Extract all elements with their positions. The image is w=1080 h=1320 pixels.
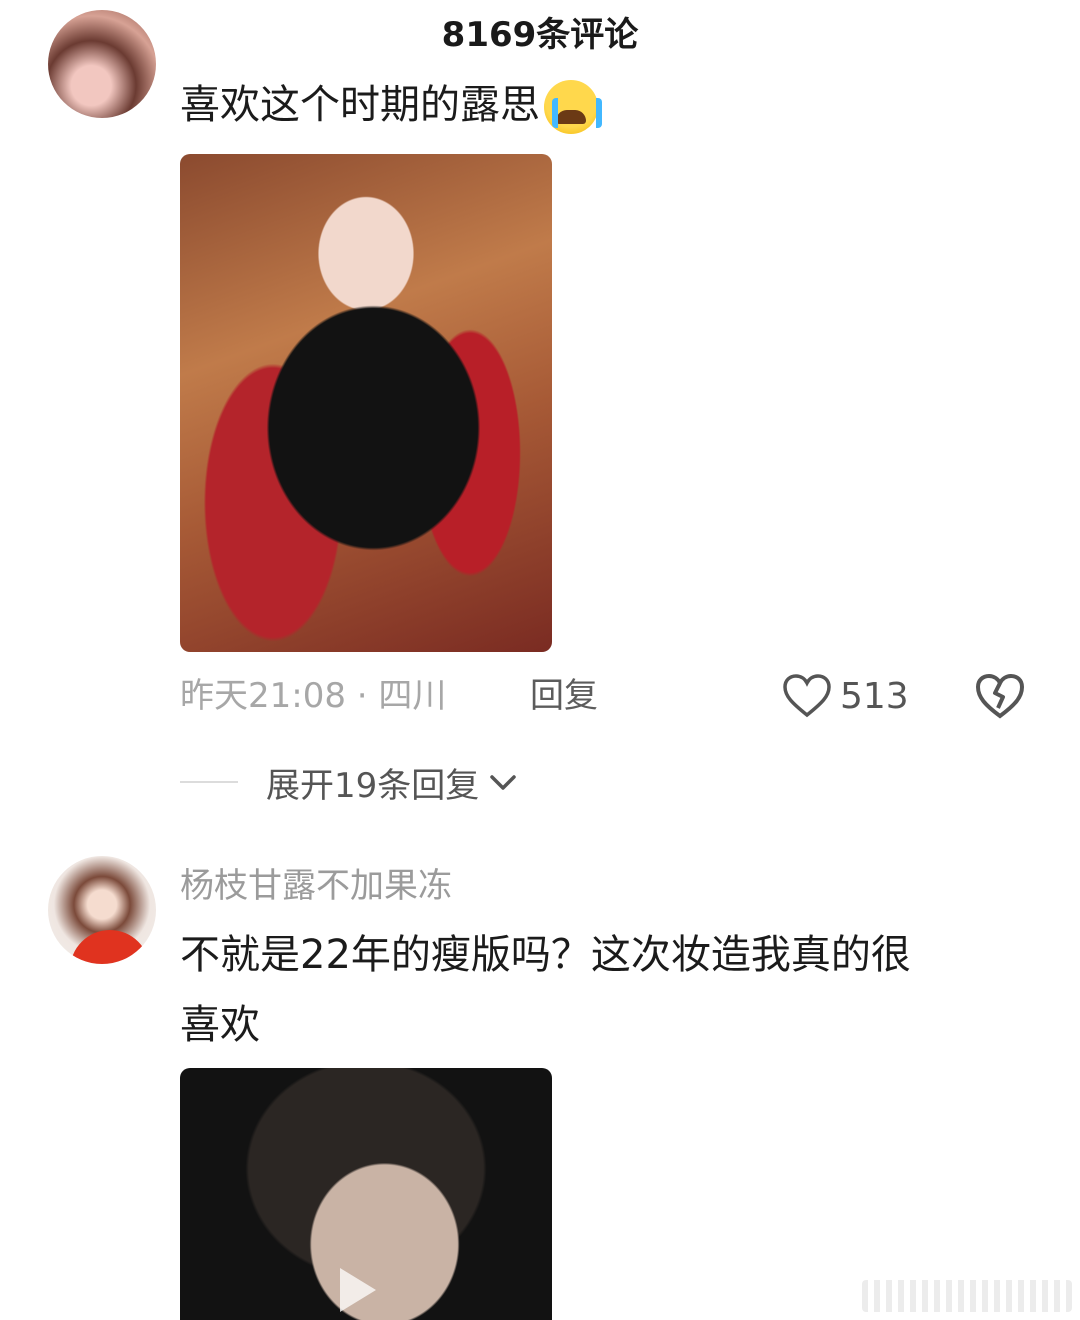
loudly-crying-face-emoji-icon	[544, 80, 602, 134]
comment-line: 喜欢	[180, 1002, 260, 1048]
comment-text: 喜欢这个时期的露思	[180, 70, 602, 140]
like-button[interactable]: 513	[782, 668, 909, 724]
dislike-button[interactable]	[972, 668, 1028, 724]
username[interactable]: 杨枝甘露不加果冻	[180, 858, 452, 914]
like-count: 513	[840, 675, 909, 717]
comment-body: 喜欢这个时期的露思	[180, 82, 540, 128]
comment-meta: 昨天21:08 · 四川	[180, 676, 447, 716]
comment-video-thumbnail[interactable]	[180, 1068, 552, 1320]
comment-text: 不就是22年的瘦版吗？这次妆造我真的很 喜欢	[180, 920, 911, 1060]
reply-button[interactable]: 回复	[530, 668, 598, 724]
heart-outline-icon	[783, 674, 831, 718]
commenter-avatar[interactable]	[48, 856, 156, 964]
broken-heart-icon	[975, 673, 1025, 719]
comment-photo[interactable]	[180, 154, 552, 652]
commenter-avatar[interactable]	[48, 10, 156, 118]
chevron-down-icon	[490, 775, 517, 790]
watermark	[862, 1280, 1072, 1312]
comments-count-title: 8169条评论	[441, 15, 639, 55]
comment-line: 不就是22年的瘦版吗？这次妆造我真的很	[180, 932, 911, 978]
expand-replies-button[interactable]: 展开19条回复	[180, 754, 519, 810]
play-icon	[340, 1268, 376, 1312]
expand-replies-label: 展开19条回复	[266, 765, 480, 806]
divider-line	[180, 781, 238, 783]
